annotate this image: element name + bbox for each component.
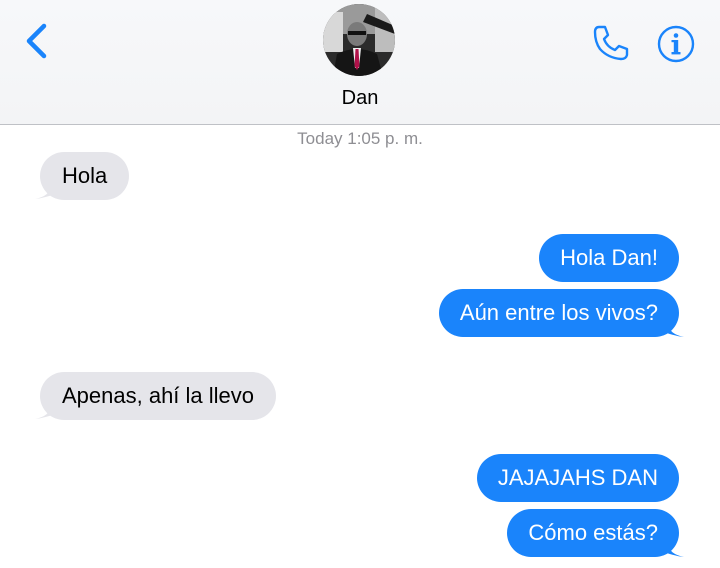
contact-photo: [323, 4, 395, 76]
back-button[interactable]: [20, 22, 54, 62]
info-icon: [657, 25, 695, 63]
phone-icon: [593, 25, 629, 61]
message-bubble-incoming[interactable]: Hola: [40, 152, 130, 200]
message-bubble-outgoing[interactable]: JAJAJAHS DAN: [476, 454, 679, 502]
contact-name[interactable]: Dan: [0, 87, 720, 110]
message-bubble-outgoing[interactable]: Hola Dan!: [539, 234, 679, 282]
conversation-timestamp: Today 1:05 p. m.: [297, 129, 423, 148]
message-bubble-incoming[interactable]: Apenas, ahí la llevo: [40, 372, 277, 420]
chevron-left-icon: [26, 23, 47, 59]
call-button[interactable]: [590, 22, 632, 64]
contact-avatar[interactable]: [323, 4, 395, 76]
conversation-header: Dan: [0, 0, 720, 125]
info-button[interactable]: [656, 24, 696, 64]
message-bubble-outgoing[interactable]: Cómo estás?: [507, 509, 679, 557]
message-bubble-outgoing[interactable]: Aún entre los vivos?: [438, 289, 679, 337]
